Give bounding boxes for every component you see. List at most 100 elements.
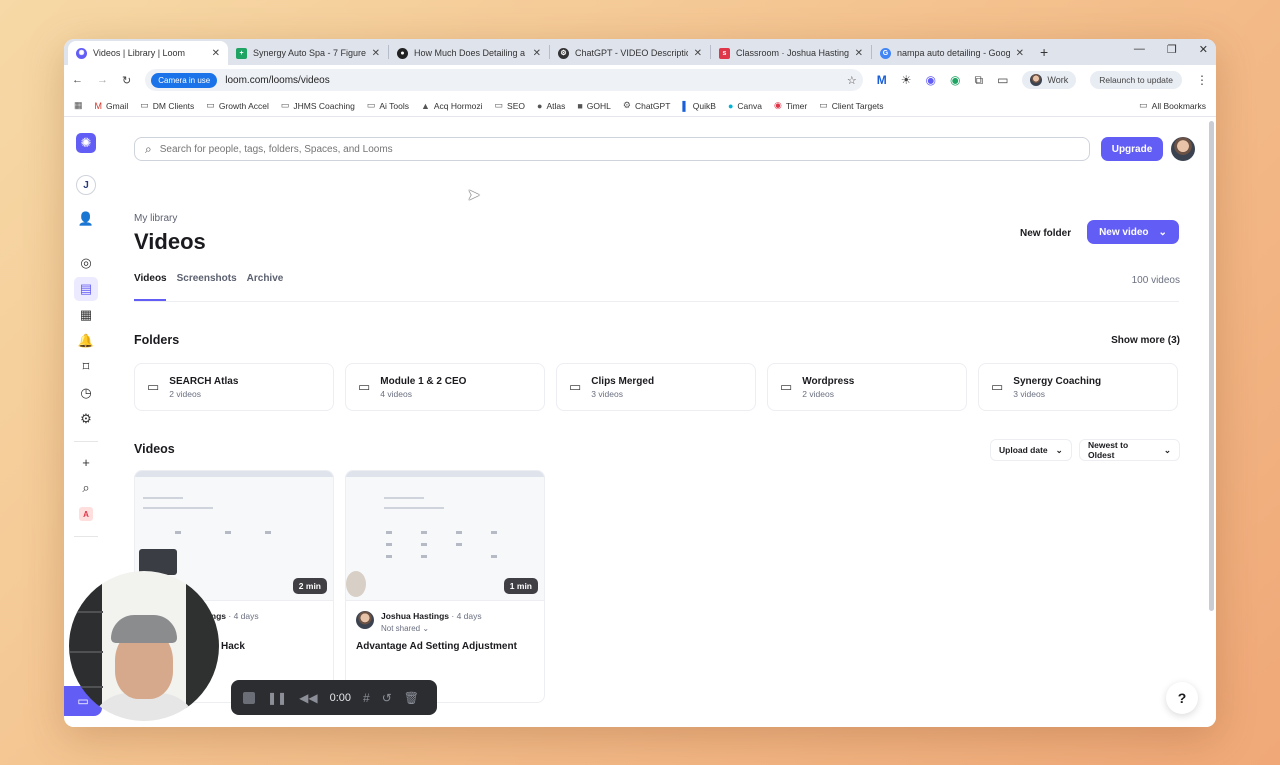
maximize-icon[interactable]: ❐ — [1167, 43, 1177, 56]
video-title[interactable]: Hack — [221, 641, 245, 652]
folder-card[interactable]: ▭ Module 1 & 2 CEO 4 videos — [345, 363, 545, 411]
bookmark-acq[interactable]: ▲ Acq Hormozi — [421, 101, 483, 111]
avatar[interactable] — [1171, 137, 1195, 161]
menu-kebab-icon[interactable]: ⋮ — [1196, 73, 1208, 87]
tab-sheets[interactable]: + Synergy Auto Spa - 7 Figure Bu ✕ — [228, 41, 388, 65]
loom-logo-icon[interactable]: ✺ — [76, 133, 96, 153]
trash-icon[interactable]: 🗑 — [404, 691, 419, 705]
close-icon[interactable]: ✕ — [533, 48, 541, 59]
scrollbar[interactable] — [1209, 121, 1214, 611]
notifications-bell-icon[interactable]: 🔔 — [74, 329, 98, 353]
close-icon[interactable]: ✕ — [855, 48, 863, 59]
invite-user-icon[interactable]: 👤 — [74, 207, 98, 231]
forward-icon[interactable]: → — [97, 74, 108, 86]
close-icon[interactable]: ✕ — [1016, 48, 1024, 59]
new-folder-button[interactable]: New folder — [1012, 221, 1079, 245]
apps-grid-icon[interactable]: ▦ — [74, 100, 83, 111]
profile-circle-icon[interactable]: ◎ — [74, 251, 98, 275]
tab-videos[interactable]: Videos — [134, 273, 167, 284]
camera-bubble[interactable] — [69, 571, 219, 721]
close-icon[interactable]: ✕ — [372, 48, 380, 59]
extension-chatgpt-icon[interactable]: ◉ — [950, 73, 960, 87]
relaunch-button[interactable]: Relaunch to update — [1090, 71, 1182, 89]
breadcrumb[interactable]: My library — [134, 213, 177, 224]
video-camera-icon: ▭ — [77, 694, 89, 708]
address-bar[interactable]: Camera in use loom.com/looms/videos ☆ — [145, 69, 863, 91]
tab-google[interactable]: G nampa auto detailing - Google ✕ — [872, 41, 1032, 65]
bookmark-gmail[interactable]: M Gmail — [95, 101, 129, 111]
video-thumbnail[interactable]: 1 min — [346, 471, 544, 601]
folder-name: SEARCH Atlas — [169, 375, 239, 387]
atlas-icon: ● — [537, 100, 543, 111]
workspace-avatar[interactable]: J — [76, 175, 96, 195]
restart-icon[interactable]: ↺ — [382, 691, 392, 705]
sharing-status[interactable]: Not shared ⌄ — [381, 624, 482, 633]
url-text[interactable]: loom.com/looms/videos — [225, 75, 839, 86]
sort-order-dropdown[interactable]: Newest to Oldest ⌄ — [1079, 439, 1180, 461]
close-icon[interactable]: ✕ — [212, 48, 220, 59]
bookmark-gohl[interactable]: ■ GOHL — [577, 101, 611, 111]
tab-search-icon[interactable]: ▭ — [997, 73, 1008, 87]
camera-in-use-pill[interactable]: Camera in use — [151, 72, 218, 88]
reload-icon[interactable]: ↻ — [122, 74, 131, 87]
tab-detailing[interactable]: ● How Much Does Detailing a Ca ✕ — [389, 41, 549, 65]
rewind-icon[interactable]: ◀◀ — [299, 691, 317, 705]
library-tabs: Videos Screenshots Archive — [134, 273, 283, 284]
tab-classroom[interactable]: s Classroom · Joshua Hastings | L ✕ — [711, 41, 871, 65]
new-tab-icon[interactable]: + — [1032, 44, 1056, 60]
bookmark-dm-clients[interactable]: ▭ DM Clients — [140, 100, 194, 111]
pause-icon[interactable]: ❚❚ — [267, 691, 287, 705]
search-bar[interactable]: ⌕ — [134, 137, 1090, 161]
all-bookmarks[interactable]: ▭ All Bookmarks — [1139, 100, 1206, 111]
bookmark-growth-accel[interactable]: ▭ Growth Accel — [206, 100, 269, 111]
profile-button[interactable]: Work — [1022, 71, 1077, 89]
folder-card[interactable]: ▭ Clips Merged 3 videos — [556, 363, 756, 411]
tab-chatgpt[interactable]: ⚙ ChatGPT - VIDEO Description E ✕ — [550, 41, 710, 65]
calendar-icon[interactable]: ▦ — [74, 303, 98, 327]
new-video-button[interactable]: New video ⌄ — [1087, 220, 1179, 244]
bookmark-jhms[interactable]: ▭ JHMS Coaching — [281, 100, 355, 111]
bookmark-atlas[interactable]: ● Atlas — [537, 101, 565, 111]
search-input[interactable] — [159, 143, 1079, 155]
bookmark-seo[interactable]: ▭ SEO — [495, 100, 525, 111]
help-button[interactable]: ? — [1166, 682, 1198, 714]
tab-archive[interactable]: Archive — [247, 273, 284, 284]
extension-loom-icon[interactable]: ◉ — [926, 73, 936, 87]
close-icon[interactable]: ✕ — [694, 48, 702, 59]
extension-m-icon[interactable]: M — [877, 73, 887, 87]
minimize-icon[interactable]: — — [1134, 43, 1145, 56]
extensions-puzzle-icon[interactable]: ⧉ — [975, 73, 984, 88]
show-more-button[interactable]: Show more (3) — [1111, 335, 1180, 346]
search-icon[interactable]: ⌕ — [74, 476, 98, 500]
bookmark-quikb[interactable]: ▌ QuikB — [682, 101, 716, 111]
tab-loom[interactable]: ✺ Videos | Library | Loom ✕ — [68, 41, 228, 65]
history-clock-icon[interactable]: ◷ — [74, 381, 98, 405]
folder-card[interactable]: ▭ Synergy Coaching 3 videos — [978, 363, 1178, 411]
close-window-icon[interactable]: ✕ — [1199, 43, 1208, 56]
tab-screenshots[interactable]: Screenshots — [177, 273, 237, 284]
bookmark-ai-tools[interactable]: ▭ Ai Tools — [367, 100, 409, 111]
sort-field-dropdown[interactable]: Upload date ⌄ — [990, 439, 1072, 461]
bookmark-chatgpt[interactable]: ⚙ ChatGPT — [623, 100, 671, 111]
bookmark-canva[interactable]: ● Canva — [728, 101, 762, 111]
video-title[interactable]: Advantage Ad Setting Adjustment — [356, 641, 517, 652]
grid-icon[interactable]: # — [363, 691, 370, 705]
bookmark-timer[interactable]: ◉ Timer — [774, 100, 807, 111]
library-icon[interactable]: ▤ — [74, 277, 98, 301]
brightness-icon[interactable]: ☀ — [901, 73, 912, 87]
stop-icon[interactable] — [243, 691, 255, 704]
folder-count: 4 videos — [380, 388, 412, 399]
settings-gear-icon[interactable]: ⚙ — [74, 407, 98, 431]
bookmark-client-targets[interactable]: ▭ Client Targets — [819, 100, 883, 111]
upgrade-button[interactable]: Upgrade — [1101, 137, 1163, 161]
folder-card[interactable]: ▭ SEARCH Atlas 2 videos — [134, 363, 334, 411]
app-icon[interactable]: A — [74, 502, 98, 526]
video-card[interactable]: 1 min Joshua Hastings · 4 days Not share… — [345, 470, 545, 703]
bookmark-icon[interactable]: ⌑ — [74, 355, 98, 379]
folder-icon: ▭ — [366, 100, 376, 110]
tab-title: Synergy Auto Spa - 7 Figure Bu — [253, 48, 366, 58]
add-icon[interactable]: + — [74, 450, 98, 474]
folder-card[interactable]: ▭ Wordpress 2 videos — [767, 363, 967, 411]
back-icon[interactable]: ← — [72, 74, 83, 86]
bookmark-star-icon[interactable]: ☆ — [847, 74, 857, 87]
